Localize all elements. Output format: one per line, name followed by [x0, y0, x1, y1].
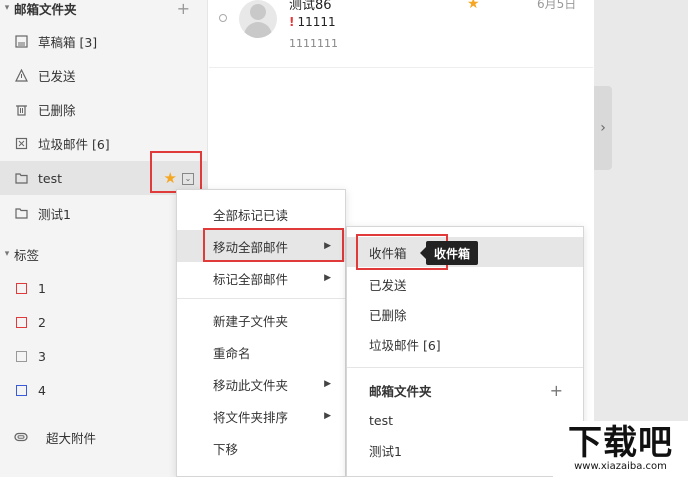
menu-item-move-folder[interactable]: 移动此文件夹 ▶	[177, 368, 345, 400]
mail-sender: 测试86	[289, 0, 332, 13]
folder-icon	[14, 171, 28, 185]
submenu-arrow-icon: ▶	[324, 273, 331, 283]
submenu-item-sent[interactable]: 已发送	[347, 269, 583, 299]
submenu-item-test[interactable]: test	[347, 405, 583, 435]
submenu-folders-header: 邮箱文件夹 +	[369, 380, 563, 400]
tag-color-icon	[15, 384, 27, 396]
submenu-divider	[347, 367, 583, 368]
reading-pane	[594, 0, 688, 477]
menu-item-mark-all-mail[interactable]: 标记全部邮件 ▶	[177, 262, 345, 294]
menu-item-new-subfolder[interactable]: 新建子文件夹	[177, 304, 345, 336]
expand-pane-button[interactable]: ›	[594, 86, 612, 170]
watermark-url: www.xiazaiba.com	[574, 461, 667, 472]
mail-preview: 1111111	[289, 37, 338, 50]
sidebar-item-drafts[interactable]: 草稿箱 [3]	[0, 24, 208, 58]
watermark-text: 下载吧	[568, 423, 673, 463]
inbox-tooltip: 收件箱	[419, 241, 479, 265]
folder-icon	[14, 206, 28, 220]
paperclip-icon	[14, 430, 28, 444]
star-icon[interactable]: ★	[164, 171, 177, 186]
folder-dropdown-icon[interactable]: ⌄	[182, 173, 194, 185]
star-icon[interactable]: ★	[467, 0, 480, 12]
sidebar-item-deleted[interactable]: 已删除	[0, 92, 208, 126]
submenu-arrow-icon: ▶	[324, 379, 331, 389]
menu-item-move-down[interactable]: 下移	[177, 432, 345, 464]
folder-actions-highlight: ★ ⌄	[150, 151, 202, 193]
menu-item-rename[interactable]: 重命名	[177, 336, 345, 368]
add-folder-icon[interactable]: +	[550, 381, 563, 400]
trash-icon	[14, 102, 28, 116]
tag-color-icon	[15, 282, 27, 294]
important-icon: !	[289, 15, 295, 29]
select-radio[interactable]	[219, 14, 227, 22]
add-folder-icon[interactable]: +	[177, 0, 190, 18]
tag-color-icon	[15, 316, 27, 328]
submenu-arrow-icon: ▶	[324, 411, 331, 421]
menu-item-mark-all-read[interactable]: 全部标记已读	[177, 198, 345, 230]
avatar	[239, 0, 277, 38]
move-all-mail-highlight	[203, 228, 344, 262]
tag-color-icon	[15, 350, 27, 362]
mail-list-row[interactable]: 测试86 ! 11111 1111111 ★ 6月5日	[209, 0, 593, 68]
mail-subject: ! 11111	[289, 15, 336, 29]
spam-icon	[14, 136, 28, 150]
chevron-down-icon: ▾	[4, 249, 10, 259]
sent-icon	[14, 68, 28, 82]
submenu-item-test1[interactable]: 测试1	[347, 435, 583, 465]
chevron-right-icon: ›	[600, 120, 606, 136]
submenu-item-spam[interactable]: 垃圾邮件 [6]	[347, 329, 583, 359]
sidebar-item-sent[interactable]: 已发送	[0, 58, 208, 92]
chevron-down-icon: ▾	[4, 3, 10, 13]
draft-icon	[14, 34, 28, 48]
mail-folders-header[interactable]: ▾ 邮箱文件夹 +	[0, 0, 208, 18]
menu-item-sort-folders[interactable]: 将文件夹排序 ▶	[177, 400, 345, 432]
site-watermark-logo: 下载吧 www.xiazaiba.com	[553, 421, 688, 477]
menu-divider	[177, 298, 345, 299]
submenu-item-deleted[interactable]: 已删除	[347, 299, 583, 329]
mail-date: 6月5日	[537, 0, 577, 11]
